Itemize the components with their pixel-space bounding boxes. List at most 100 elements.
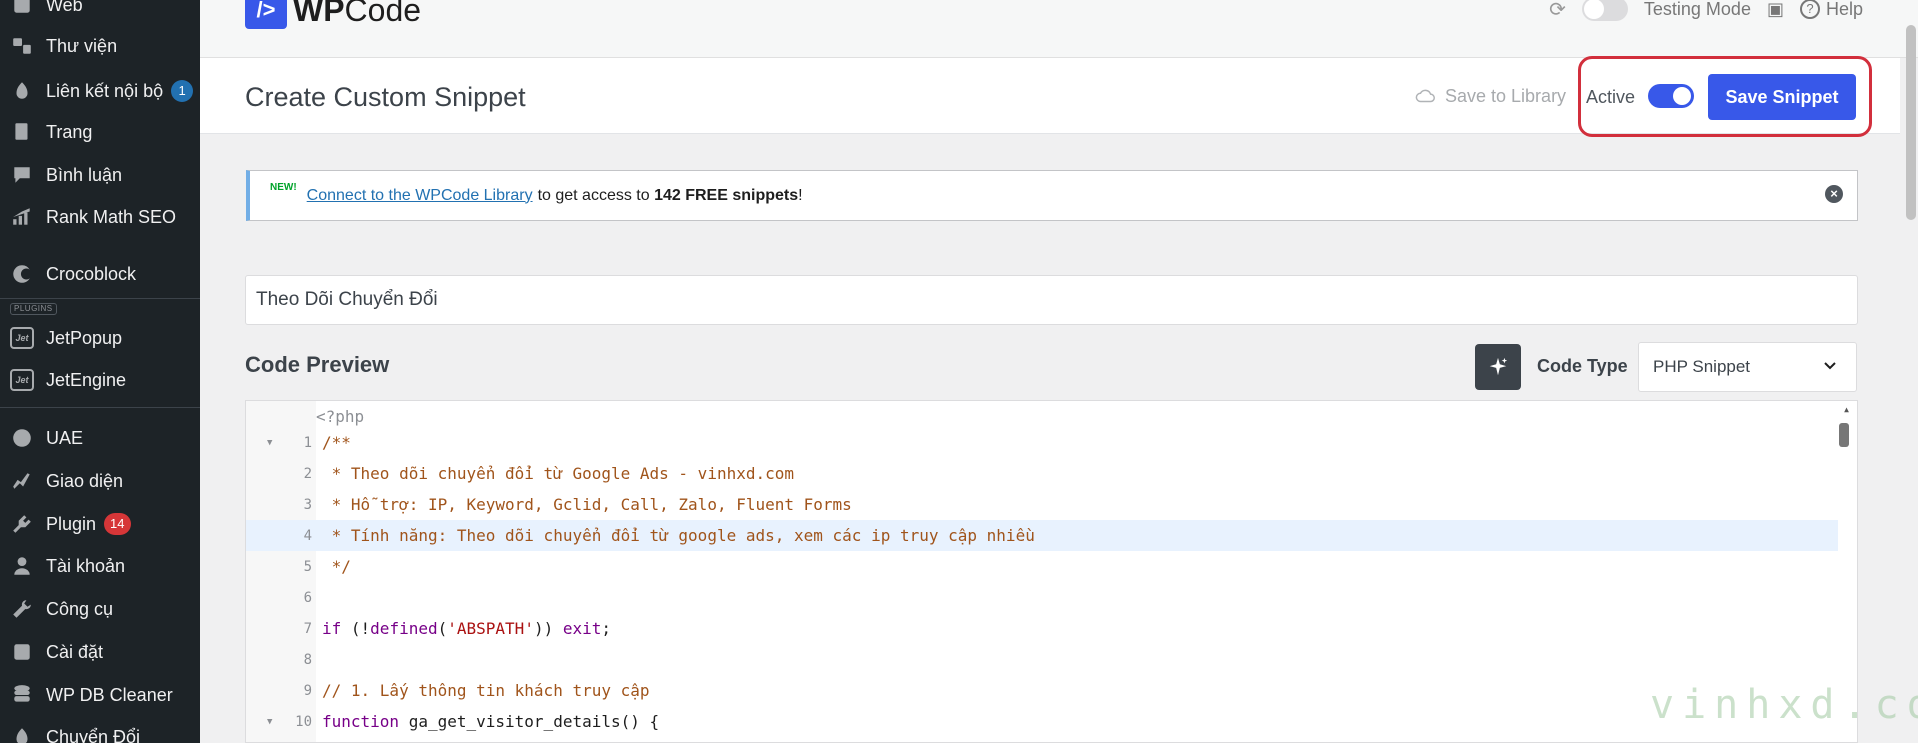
sidebar-item-conversion[interactable]: Chuyển Đổi [0, 719, 200, 743]
cloud-icon [1415, 89, 1435, 103]
testing-mode-toggle[interactable] [1581, 0, 1628, 21]
code-text: * Theo dõi chuyển đổi từ Google Ads - vi… [322, 464, 795, 483]
scroll-up-arrow[interactable]: ▲ [1844, 405, 1849, 414]
notification-badge: 1 [171, 80, 194, 102]
code-type-label: Code Type [1537, 356, 1628, 376]
line-number: 10 [295, 713, 312, 730]
code-text: // 1. Lấy thông tin khách truy cập [322, 681, 650, 700]
uae-icon [10, 426, 34, 450]
code-line: 9 // 1. Lấy thông tin khách truy cập [246, 675, 1838, 706]
notice-text: to get access to [537, 186, 650, 204]
sidebar-item-crocoblock[interactable]: Crocoblock [0, 256, 200, 292]
sidebar-item-label: Bình luận [46, 164, 123, 185]
sidebar-item-jetpopup[interactable]: Jet JetPopup [0, 320, 200, 356]
fold-icon[interactable]: ▼ [267, 438, 272, 448]
sidebar-item-pages[interactable]: Trang [0, 114, 200, 150]
sidebar-item-appearance[interactable]: Giao diện [0, 463, 200, 499]
code-text: */ [322, 557, 351, 576]
watermark: vinhxd.com [1650, 682, 1918, 728]
wpcode-topbar: /> WPCode ⟳ Testing Mode ▣ ? Help [200, 0, 1918, 58]
chevron-down-icon [1822, 357, 1838, 378]
topbar-actions: ⟳ Testing Mode ▣ ? Help [1533, 0, 1863, 22]
sidebar-item-label: UAE [46, 427, 84, 448]
line-number: 5 [303, 558, 312, 575]
sidebar-item-plugins[interactable]: Plugin 14 [0, 506, 200, 542]
sidebar-item-label: Thư viện [46, 35, 118, 56]
sidebar-item-label: JetPopup [46, 327, 123, 348]
settings-icon [10, 640, 34, 664]
php-open-tag: <?php [316, 407, 365, 426]
code-type-select[interactable]: PHP Snippet [1638, 342, 1857, 392]
sidebar-item-settings[interactable]: Cài đặt [0, 634, 200, 670]
testing-mode-label: Testing Mode [1643, 0, 1751, 19]
sidebar-item-label: Plugin [46, 513, 97, 534]
page-scrollbar[interactable] [1906, 25, 1916, 220]
library-icon [10, 34, 34, 58]
sidebar-item-label: Tài khoản [46, 555, 126, 576]
admin-sidebar: Web Thư viện Liên kết nội bộ 1 Trang Bìn… [0, 0, 200, 743]
line-number: 7 [303, 620, 312, 637]
sidebar-item-label: Trang [46, 121, 93, 142]
wpcode-logo: /> WPCode [245, 0, 421, 30]
editor-scrollbar[interactable] [1839, 423, 1849, 447]
convert-icon [10, 725, 34, 743]
jet-icon: Jet [10, 326, 34, 350]
sidebar-item-label: Chuyển Đổi [46, 726, 141, 743]
help-label: Help [1825, 0, 1863, 19]
code-preview-title: Code Preview [245, 352, 390, 377]
database-icon [10, 683, 34, 707]
code-line: 7 if (!defined('ABSPATH')) exit; [246, 613, 1838, 644]
snippet-title-input[interactable] [245, 275, 1858, 325]
code-line: 5 */ [246, 551, 1838, 582]
help-link[interactable]: ? Help [1799, 0, 1863, 20]
new-badge: NEW! [270, 182, 297, 193]
sidebar-item-label: JetEngine [46, 369, 127, 390]
sidebar-item-tools[interactable]: Công cụ [0, 591, 200, 627]
line-number: 2 [303, 465, 312, 482]
sidebar-item-label: WP DB Cleaner [46, 684, 173, 705]
inbox-icon[interactable]: ▣ [1767, 0, 1784, 20]
plugin-icon [10, 512, 34, 536]
sidebar-item-users[interactable]: Tài khoản [0, 548, 200, 584]
refresh-icon[interactable]: ⟳ [1549, 0, 1566, 22]
library-notice: NEW! Connect to the WPCode Library to ge… [246, 170, 1858, 221]
logo-text-bold: WP [293, 0, 345, 28]
sidebar-item-label: Liên kết nội bộ [46, 80, 164, 101]
sidebar-item-rank-math[interactable]: Rank Math SEO [0, 199, 200, 235]
sidebar-item-library[interactable]: Thư viện [0, 28, 200, 64]
user-icon [10, 554, 34, 578]
connect-library-link[interactable]: Connect to the WPCode Library [307, 187, 533, 205]
code-editor[interactable]: <?php ▼ 1 /** 2 * Theo dõi chuyển đổi từ… [245, 400, 1858, 743]
save-to-library-button[interactable]: Save to Library [1415, 85, 1566, 107]
sidebar-item-wp-db-cleaner[interactable]: WP DB Cleaner [0, 677, 200, 713]
sparkle-icon [1489, 357, 1508, 376]
rank-math-icon [10, 205, 34, 229]
media-icon [10, 0, 34, 17]
line-number: 6 [303, 589, 312, 606]
wpcode-logo-icon: /> [245, 0, 287, 29]
tools-icon [10, 597, 34, 621]
sidebar-item-label: Rank Math SEO [46, 206, 177, 227]
ai-generate-button[interactable] [1475, 344, 1521, 390]
code-type-value: PHP Snippet [1653, 357, 1751, 376]
line-number: 9 [303, 682, 312, 699]
sidebar-item-label: Cài đặt [46, 641, 104, 662]
pages-icon [10, 120, 34, 144]
sidebar-item-label: Crocoblock [46, 263, 137, 284]
sidebar-item-jetengine[interactable]: Jet JetEngine [0, 362, 200, 398]
close-icon[interactable]: × [1825, 185, 1843, 203]
sidebar-item-uae[interactable]: UAE [0, 420, 200, 456]
sidebar-item-internal-links[interactable]: Liên kết nội bộ 1 [0, 73, 200, 109]
highlight-annotation [1578, 56, 1872, 137]
appearance-icon [10, 469, 34, 493]
notice-bold: 142 FREE snippets [654, 186, 799, 204]
sidebar-item-web[interactable]: Web [0, 0, 200, 23]
fold-icon[interactable]: ▼ [267, 717, 272, 727]
code-line: 2 * Theo dõi chuyển đổi từ Google Ads - … [246, 458, 1838, 489]
sidebar-item-label: Web [46, 0, 83, 15]
sidebar-item-label: Giao diện [46, 470, 124, 491]
sidebar-item-comments[interactable]: Bình luận [0, 157, 200, 193]
line-number: 1 [303, 434, 312, 451]
comments-icon [10, 163, 34, 187]
notice-text-end: ! [798, 186, 803, 204]
